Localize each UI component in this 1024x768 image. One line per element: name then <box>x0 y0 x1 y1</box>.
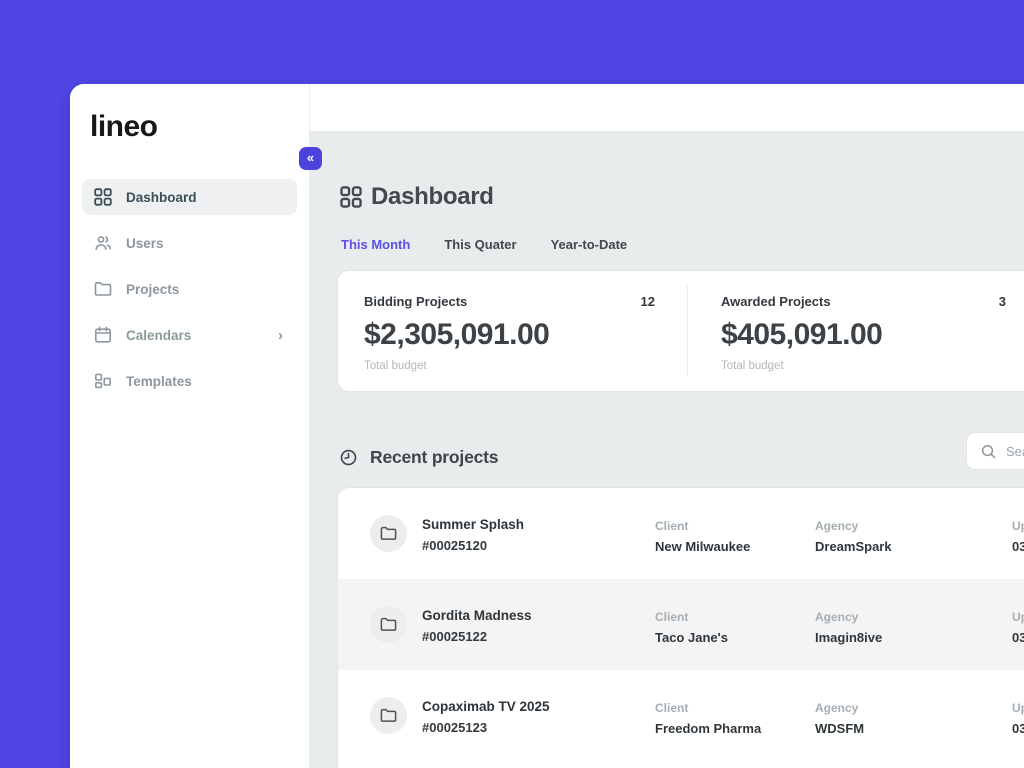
stat-title: Bidding Projects <box>364 294 467 309</box>
users-icon <box>94 234 112 252</box>
client-label: Client <box>655 701 761 715</box>
client-col: Client Taco Jane's <box>655 610 728 645</box>
tab-year-to-date[interactable]: Year-to-Date <box>551 237 628 252</box>
sidebar-item-label: Users <box>126 236 164 251</box>
app-window: lineo Dashboard <box>70 84 1024 768</box>
main-area: Dashboard This Month This Quater Year-to… <box>310 84 1024 768</box>
grid-icon <box>340 186 362 208</box>
sidebar-item-label: Calendars <box>126 328 191 343</box>
updated-label: Updated <box>1012 519 1024 533</box>
folder-icon <box>370 697 407 734</box>
project-name: Gordita Madness <box>422 608 532 623</box>
sidebar-item-label: Projects <box>126 282 179 297</box>
project-name: Copaximab TV 2025 <box>422 699 550 714</box>
dashboard-content: Dashboard This Month This Quater Year-to… <box>310 131 1024 768</box>
updated-label: Updated <box>1012 610 1024 624</box>
stats-card: Bidding Projects 12 $2,305,091.00 Total … <box>337 270 1024 392</box>
recent-projects-list: Summer Splash #00025120 Client New Milwa… <box>337 487 1024 768</box>
page-title-row: Dashboard <box>340 183 494 211</box>
sidebar: lineo Dashboard <box>70 84 310 768</box>
agency-value: Imagin8ive <box>815 630 882 645</box>
project-number: #00025120 <box>422 538 524 553</box>
top-bar <box>310 84 1024 131</box>
recent-projects-title: Recent projects <box>370 447 498 468</box>
client-label: Client <box>655 610 728 624</box>
search-icon <box>981 444 996 459</box>
project-number: #00025122 <box>422 629 532 644</box>
project-row[interactable]: Copaximab TV 2025 #00025123 Client Freed… <box>338 670 1024 761</box>
agency-label: Agency <box>815 701 864 715</box>
updated-value: 03 <box>1012 539 1024 554</box>
tab-this-month[interactable]: This Month <box>341 237 410 252</box>
sidebar-item-dashboard[interactable]: Dashboard <box>82 179 297 215</box>
agency-col: Agency DreamSpark <box>815 519 892 554</box>
search-box <box>966 432 1024 470</box>
project-number: #00025123 <box>422 720 550 735</box>
client-col: Client Freedom Pharma <box>655 701 761 736</box>
stat-title: Awarded Projects <box>721 294 831 309</box>
updated-value: 03 <box>1012 630 1024 645</box>
agency-value: WDSFM <box>815 721 864 736</box>
updated-value: 03 <box>1012 721 1024 736</box>
updated-col: Updated 03 <box>1012 519 1024 554</box>
client-col: Client New Milwaukee <box>655 519 750 554</box>
clock-icon <box>340 449 357 466</box>
stat-bidding-projects: Bidding Projects 12 $2,305,091.00 Total … <box>338 271 687 391</box>
app-logo: lineo <box>70 84 309 144</box>
search-input[interactable] <box>1006 444 1024 459</box>
client-value: New Milwaukee <box>655 539 750 554</box>
stat-awarded-projects: Awarded Projects 3 $405,091.00 Total bud… <box>688 271 1024 391</box>
sidebar-item-templates[interactable]: Templates <box>82 363 297 399</box>
templates-icon <box>94 372 112 390</box>
sidebar-item-label: Dashboard <box>126 190 197 205</box>
project-name-col: Summer Splash #00025120 <box>422 517 524 553</box>
client-label: Client <box>655 519 750 533</box>
agency-value: DreamSpark <box>815 539 892 554</box>
project-name: Summer Splash <box>422 517 524 532</box>
project-row[interactable]: Summer Splash #00025120 Client New Milwa… <box>338 488 1024 579</box>
folder-icon <box>94 280 112 298</box>
collapse-icon: « <box>307 151 314 164</box>
folder-icon <box>370 515 407 552</box>
sidebar-item-projects[interactable]: Projects <box>82 271 297 307</box>
sidebar-item-label: Templates <box>126 374 192 389</box>
agency-label: Agency <box>815 610 882 624</box>
calendar-icon <box>94 326 112 344</box>
project-name-col: Copaximab TV 2025 #00025123 <box>422 699 550 735</box>
stat-count: 3 <box>999 294 1006 309</box>
updated-col: Updated 03 <box>1012 701 1024 736</box>
agency-label: Agency <box>815 519 892 533</box>
sidebar-nav: Dashboard Users <box>82 179 297 409</box>
project-name-col: Gordita Madness #00025122 <box>422 608 532 644</box>
period-tabs: This Month This Quater Year-to-Date <box>341 237 627 252</box>
folder-icon <box>370 606 407 643</box>
recent-projects-header: Recent projects <box>340 447 498 468</box>
updated-col: Updated 03 <box>1012 610 1024 645</box>
sidebar-collapse-button[interactable]: « <box>299 147 322 170</box>
client-value: Taco Jane's <box>655 630 728 645</box>
stat-caption: Total budget <box>721 360 1006 372</box>
stat-amount: $2,305,091.00 <box>364 318 655 352</box>
tab-this-quarter[interactable]: This Quater <box>444 237 516 252</box>
sidebar-item-calendars[interactable]: Calendars › <box>82 317 297 353</box>
stat-caption: Total budget <box>364 360 655 372</box>
agency-col: Agency WDSFM <box>815 701 864 736</box>
updated-label: Updated <box>1012 701 1024 715</box>
agency-col: Agency Imagin8ive <box>815 610 882 645</box>
page-title: Dashboard <box>371 183 494 211</box>
grid-icon <box>94 188 112 206</box>
stat-amount: $405,091.00 <box>721 318 1006 352</box>
stat-count: 12 <box>641 294 655 309</box>
sidebar-item-users[interactable]: Users <box>82 225 297 261</box>
client-value: Freedom Pharma <box>655 721 761 736</box>
chevron-right-icon: › <box>278 328 283 343</box>
project-row[interactable]: Gordita Madness #00025122 Client Taco Ja… <box>338 579 1024 670</box>
